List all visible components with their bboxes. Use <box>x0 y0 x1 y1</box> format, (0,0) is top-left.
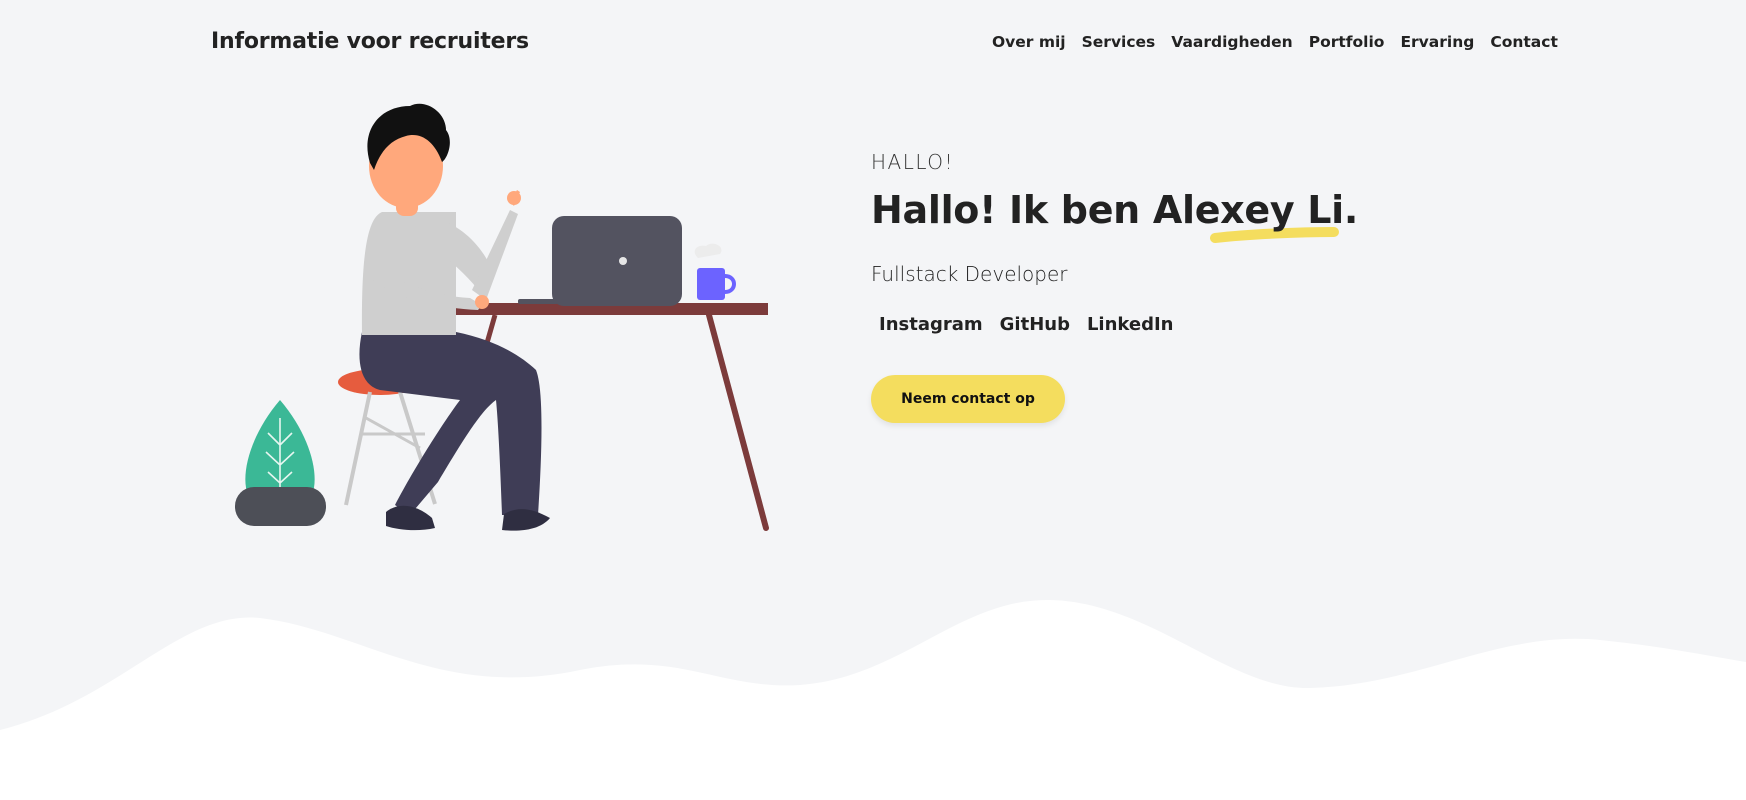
nav-link-portfolio[interactable]: Portfolio <box>1309 33 1385 51</box>
wave-divider <box>0 599 1746 800</box>
nav-link-vaardigheden[interactable]: Vaardigheden <box>1171 33 1292 51</box>
contact-button[interactable]: Neem contact op <box>871 375 1065 423</box>
hero-section: HALLO! Hallo! Ik ben Alexey Li. Fullstac… <box>871 150 1358 423</box>
desk-illustration <box>434 303 769 531</box>
plant-illustration <box>235 400 326 526</box>
person-illustration <box>359 103 550 531</box>
nav-link-services[interactable]: Services <box>1082 33 1156 51</box>
hero-headline: Hallo! Ik ben Alexey Li. <box>871 188 1359 232</box>
nav-link-contact[interactable]: Contact <box>1490 33 1558 51</box>
headline-wrap: Hallo! Ik ben Alexey Li. <box>871 188 1359 243</box>
brand-link[interactable]: Informatie voor recruiters <box>211 29 529 54</box>
mug-illustration <box>694 243 736 300</box>
navbar: Informatie voor recruiters Over mij Serv… <box>0 0 1746 88</box>
role-text: Fullstack Developer <box>871 262 1068 286</box>
social-link-linkedin[interactable]: LinkedIn <box>1087 314 1174 335</box>
nav-links: Over mij Services Vaardigheden Portfolio… <box>992 33 1558 51</box>
social-link-instagram[interactable]: Instagram <box>879 314 983 335</box>
greeting-text: HALLO! <box>871 150 955 174</box>
social-links: Instagram GitHub LinkedIn <box>879 314 1358 335</box>
page: Informatie voor recruiters Over mij Serv… <box>0 0 1746 800</box>
nav-link-ervaring[interactable]: Ervaring <box>1400 33 1474 51</box>
developer-at-desk-illustration <box>235 103 769 531</box>
nav-link-over-mij[interactable]: Over mij <box>992 33 1066 51</box>
social-link-github[interactable]: GitHub <box>1000 314 1070 335</box>
laptop-illustration <box>518 216 682 306</box>
